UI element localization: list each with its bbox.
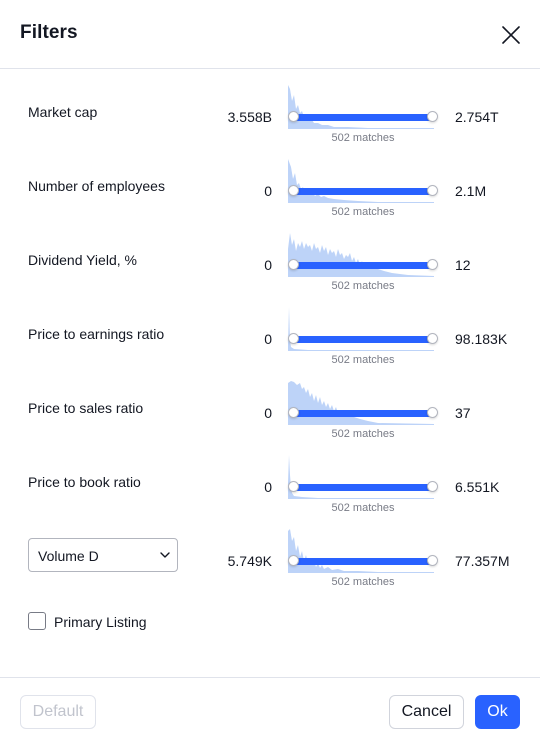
slider-min-handle[interactable] xyxy=(288,185,299,196)
filter-min-value: 0 xyxy=(264,479,272,495)
matches-count: 502 matches xyxy=(331,576,395,588)
matches-count: 502 matches xyxy=(331,502,395,514)
filter-max-value: 77.357M xyxy=(455,553,510,569)
filter-label: Price to sales ratio xyxy=(28,400,144,416)
range-slider[interactable] xyxy=(288,332,438,346)
filter-row-market-cap: Market cap 3.558B 2.754T 502 matches xyxy=(0,83,540,157)
ok-button[interactable]: Ok xyxy=(475,695,520,729)
filter-label: Number of employees xyxy=(28,178,165,194)
matches-count: 502 matches xyxy=(331,132,395,144)
filter-row-price-to-earnings: Price to earnings ratio 0 98.183K 502 ma… xyxy=(0,305,540,379)
primary-listing-label[interactable]: Primary Listing xyxy=(54,614,147,630)
slider-max-handle[interactable] xyxy=(427,111,438,122)
filter-max-value: 6.551K xyxy=(455,479,500,495)
primary-listing-checkbox[interactable] xyxy=(28,612,46,630)
primary-listing-option[interactable]: Primary Listing xyxy=(28,611,228,631)
filter-label: Market cap xyxy=(28,104,98,120)
range-slider[interactable] xyxy=(288,554,438,568)
filter-min-value: 0 xyxy=(264,331,272,347)
slider-max-handle[interactable] xyxy=(427,407,438,418)
slider-track xyxy=(293,114,433,121)
filter-row-price-to-book: Price to book ratio 0 6.551K 502 matches xyxy=(0,453,540,527)
filter-max-value: 37 xyxy=(455,405,471,421)
range-slider[interactable] xyxy=(288,406,438,420)
filter-min-value: 5.749K xyxy=(227,553,272,569)
slider-min-handle[interactable] xyxy=(288,111,299,122)
slider-max-handle[interactable] xyxy=(427,185,438,196)
slider-track xyxy=(293,262,433,269)
filter-label: Price to book ratio xyxy=(28,474,141,490)
slider-min-handle[interactable] xyxy=(288,259,299,270)
filter-max-value: 98.183K xyxy=(455,331,508,347)
filter-label: Dividend Yield, % xyxy=(28,252,137,268)
slider-max-handle[interactable] xyxy=(427,481,438,492)
cancel-button[interactable]: Cancel xyxy=(389,695,464,729)
slider-track xyxy=(293,410,433,417)
filter-min-value: 0 xyxy=(264,405,272,421)
slider-min-handle[interactable] xyxy=(288,333,299,344)
slider-max-handle[interactable] xyxy=(427,555,438,566)
dialog-title: Filters xyxy=(20,22,78,43)
range-slider[interactable] xyxy=(288,480,438,494)
default-button[interactable]: Default xyxy=(20,695,96,729)
filter-row-price-to-sales: Price to sales ratio 0 37 502 matches xyxy=(0,379,540,453)
slider-min-handle[interactable] xyxy=(288,407,299,418)
filter-max-value: 2.754T xyxy=(455,109,499,125)
slider-min-handle[interactable] xyxy=(288,555,299,566)
slider-min-handle[interactable] xyxy=(288,481,299,492)
close-icon[interactable] xyxy=(499,23,523,47)
filter-min-value: 0 xyxy=(264,183,272,199)
slider-track xyxy=(293,484,433,491)
range-slider[interactable] xyxy=(288,110,438,124)
filter-row-dividend-yield: Dividend Yield, % 0 12 502 matches xyxy=(0,231,540,305)
matches-count: 502 matches xyxy=(331,280,395,292)
slider-track xyxy=(293,336,433,343)
slider-track xyxy=(293,558,433,565)
filter-max-value: 12 xyxy=(455,257,471,273)
select-value: Volume D xyxy=(38,548,99,564)
filter-max-value: 2.1M xyxy=(455,183,487,199)
matches-count: 502 matches xyxy=(331,354,395,366)
filter-row-volume: Volume D 5.749K 77.357M 502 matches xyxy=(0,527,540,601)
range-slider[interactable] xyxy=(288,258,438,272)
filter-min-value: 0 xyxy=(264,257,272,273)
field-select[interactable]: Volume D xyxy=(28,538,178,572)
chevron-down-icon xyxy=(160,552,170,558)
slider-max-handle[interactable] xyxy=(427,259,438,270)
matches-count: 502 matches xyxy=(331,206,395,218)
filter-row-number-of-employees: Number of employees 0 2.1M 502 matches xyxy=(0,157,540,231)
dialog-header: Filters xyxy=(0,0,540,69)
filter-label: Price to earnings ratio xyxy=(28,326,165,342)
filter-min-value: 3.558B xyxy=(227,109,272,125)
matches-count: 502 matches xyxy=(331,428,395,440)
slider-track xyxy=(293,188,433,195)
slider-max-handle[interactable] xyxy=(427,333,438,344)
dialog-footer: Default Cancel Ok xyxy=(0,677,540,745)
range-slider[interactable] xyxy=(288,184,438,198)
